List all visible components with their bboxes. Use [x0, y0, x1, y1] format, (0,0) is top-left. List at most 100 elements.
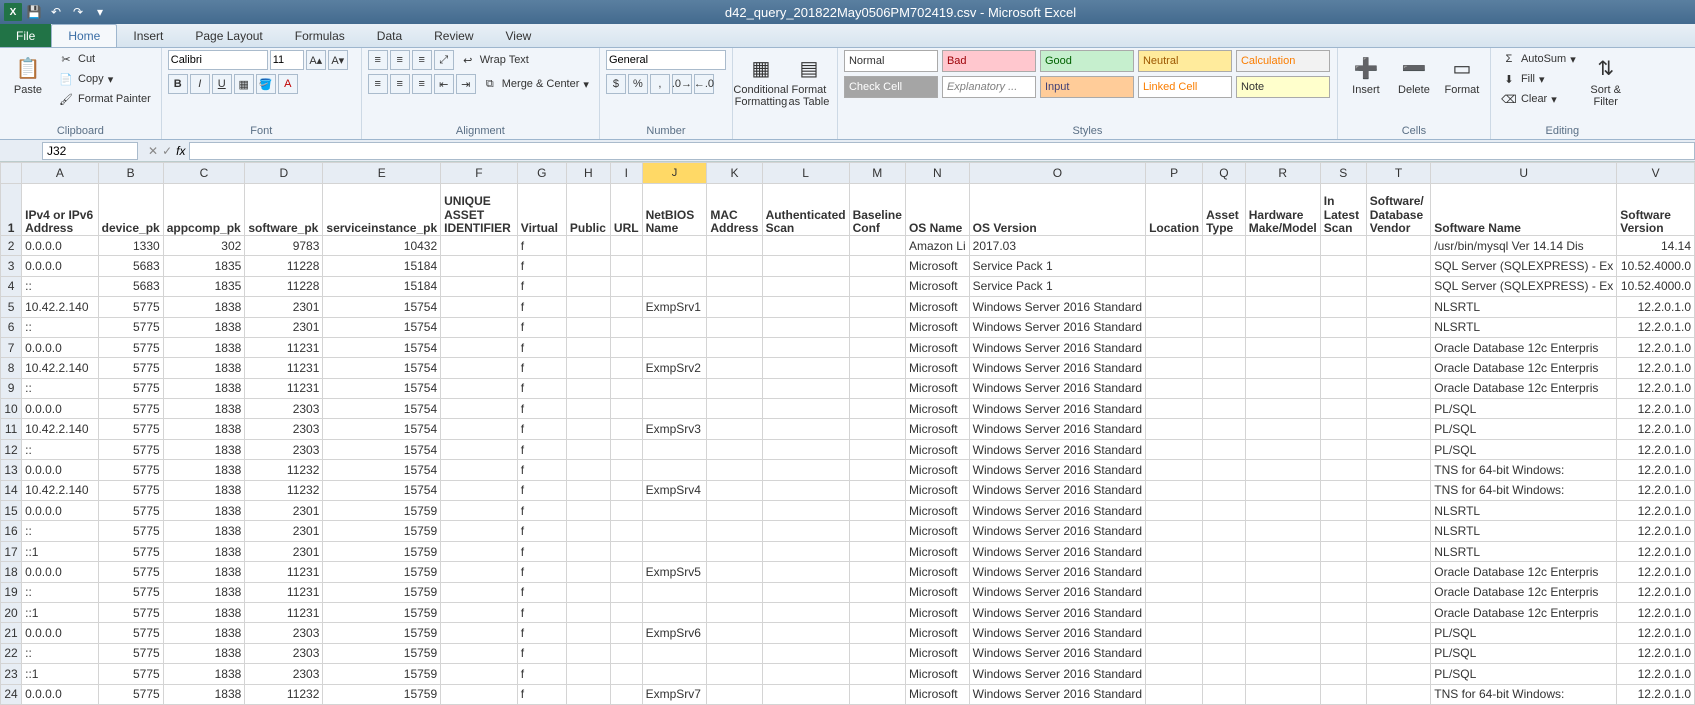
cell-J19[interactable] [642, 582, 707, 602]
cell-T8[interactable] [1366, 358, 1431, 378]
cell-S15[interactable] [1320, 501, 1366, 521]
cell-C13[interactable]: 1838 [163, 460, 245, 480]
cell-J16[interactable] [642, 521, 707, 541]
cell-B13[interactable]: 5775 [98, 460, 163, 480]
style-input[interactable]: Input [1040, 76, 1134, 98]
cell-I1[interactable]: URL [610, 184, 642, 236]
cell-T19[interactable] [1366, 582, 1431, 602]
cell-O10[interactable]: Windows Server 2016 Standard [969, 399, 1145, 419]
cell-L8[interactable] [762, 358, 849, 378]
worksheet-grid[interactable]: ABCDEFGHIJKLMNOPQRSTUV1IPv4 or IPv6 Addr… [0, 162, 1695, 705]
col-header-H[interactable]: H [566, 163, 610, 184]
cell-A11[interactable]: 10.42.2.140 [22, 419, 99, 439]
cell-U6[interactable]: NLSRTL [1431, 317, 1617, 337]
cell-F10[interactable] [441, 399, 518, 419]
cell-K3[interactable] [707, 256, 762, 276]
cell-O11[interactable]: Windows Server 2016 Standard [969, 419, 1145, 439]
cell-F16[interactable] [441, 521, 518, 541]
cell-G20[interactable]: f [517, 603, 566, 623]
cell-C15[interactable]: 1838 [163, 501, 245, 521]
cell-A7[interactable]: 0.0.0.0 [22, 337, 99, 357]
cell-J15[interactable] [642, 501, 707, 521]
cell-E12[interactable]: 15754 [323, 439, 441, 459]
underline-button[interactable]: U [212, 74, 232, 94]
cell-J7[interactable] [642, 337, 707, 357]
style-normal[interactable]: Normal [844, 50, 938, 72]
cell-C6[interactable]: 1838 [163, 317, 245, 337]
cell-U2[interactable]: /usr/bin/mysql Ver 14.14 Dis [1431, 235, 1617, 255]
cell-M7[interactable] [849, 337, 905, 357]
cell-L4[interactable] [762, 276, 849, 296]
cell-I4[interactable] [610, 276, 642, 296]
cell-B6[interactable]: 5775 [98, 317, 163, 337]
increase-font-icon[interactable]: A▴ [306, 50, 326, 70]
cell-U10[interactable]: PL/SQL [1431, 399, 1617, 419]
cell-A17[interactable]: ::1 [22, 541, 99, 561]
cell-R14[interactable] [1245, 480, 1320, 500]
cell-L19[interactable] [762, 582, 849, 602]
cell-V12[interactable]: 12.2.0.1.0 [1617, 439, 1695, 459]
cell-J12[interactable] [642, 439, 707, 459]
cell-P5[interactable] [1146, 297, 1203, 317]
cell-J9[interactable] [642, 378, 707, 398]
cell-P24[interactable] [1146, 684, 1203, 704]
cell-F15[interactable] [441, 501, 518, 521]
cell-M6[interactable] [849, 317, 905, 337]
cell-J8[interactable]: ExmpSrv2 [642, 358, 707, 378]
row-header-23[interactable]: 23 [1, 664, 22, 684]
cell-E4[interactable]: 15184 [323, 276, 441, 296]
cell-E13[interactable]: 15754 [323, 460, 441, 480]
cell-T3[interactable] [1366, 256, 1431, 276]
col-header-B[interactable]: B [98, 163, 163, 184]
cell-N10[interactable]: Microsoft [905, 399, 969, 419]
cell-Q20[interactable] [1203, 603, 1246, 623]
paste-button[interactable]: 📋 Paste [6, 50, 50, 98]
cell-B24[interactable]: 5775 [98, 684, 163, 704]
cell-N14[interactable]: Microsoft [905, 480, 969, 500]
cell-L22[interactable] [762, 643, 849, 663]
cell-M5[interactable] [849, 297, 905, 317]
cell-O9[interactable]: Windows Server 2016 Standard [969, 378, 1145, 398]
cell-D8[interactable]: 11231 [245, 358, 323, 378]
cell-Q18[interactable] [1203, 562, 1246, 582]
cell-R10[interactable] [1245, 399, 1320, 419]
cell-K7[interactable] [707, 337, 762, 357]
cell-E14[interactable]: 15754 [323, 480, 441, 500]
cell-U15[interactable]: NLSRTL [1431, 501, 1617, 521]
cell-J23[interactable] [642, 664, 707, 684]
cell-O13[interactable]: Windows Server 2016 Standard [969, 460, 1145, 480]
row-header-16[interactable]: 16 [1, 521, 22, 541]
col-header-I[interactable]: I [610, 163, 642, 184]
cell-J6[interactable] [642, 317, 707, 337]
cell-N13[interactable]: Microsoft [905, 460, 969, 480]
cell-K14[interactable] [707, 480, 762, 500]
cell-B4[interactable]: 5683 [98, 276, 163, 296]
bold-button[interactable]: B [168, 74, 188, 94]
style-neutral[interactable]: Neutral [1138, 50, 1232, 72]
cell-E1[interactable]: serviceinstance_pk [323, 184, 441, 236]
cell-U17[interactable]: NLSRTL [1431, 541, 1617, 561]
cell-S2[interactable] [1320, 235, 1366, 255]
cell-G12[interactable]: f [517, 439, 566, 459]
cell-F1[interactable]: UNIQUE ASSET IDENTIFIER [441, 184, 518, 236]
cell-D20[interactable]: 11231 [245, 603, 323, 623]
cell-R7[interactable] [1245, 337, 1320, 357]
cell-B3[interactable]: 5683 [98, 256, 163, 276]
font-color-button[interactable]: A [278, 74, 298, 94]
cell-P19[interactable] [1146, 582, 1203, 602]
cell-E24[interactable]: 15759 [323, 684, 441, 704]
cell-E11[interactable]: 15754 [323, 419, 441, 439]
cell-D7[interactable]: 11231 [245, 337, 323, 357]
cell-V15[interactable]: 12.2.0.1.0 [1617, 501, 1695, 521]
cell-V11[interactable]: 12.2.0.1.0 [1617, 419, 1695, 439]
cell-P14[interactable] [1146, 480, 1203, 500]
cell-P15[interactable] [1146, 501, 1203, 521]
row-header-11[interactable]: 11 [1, 419, 22, 439]
cell-D19[interactable]: 11231 [245, 582, 323, 602]
cell-A15[interactable]: 0.0.0.0 [22, 501, 99, 521]
cell-J1[interactable]: NetBIOS Name [642, 184, 707, 236]
increase-indent-icon[interactable]: ⇥ [456, 74, 476, 94]
col-header-Q[interactable]: Q [1203, 163, 1246, 184]
cell-D18[interactable]: 11231 [245, 562, 323, 582]
cell-M10[interactable] [849, 399, 905, 419]
